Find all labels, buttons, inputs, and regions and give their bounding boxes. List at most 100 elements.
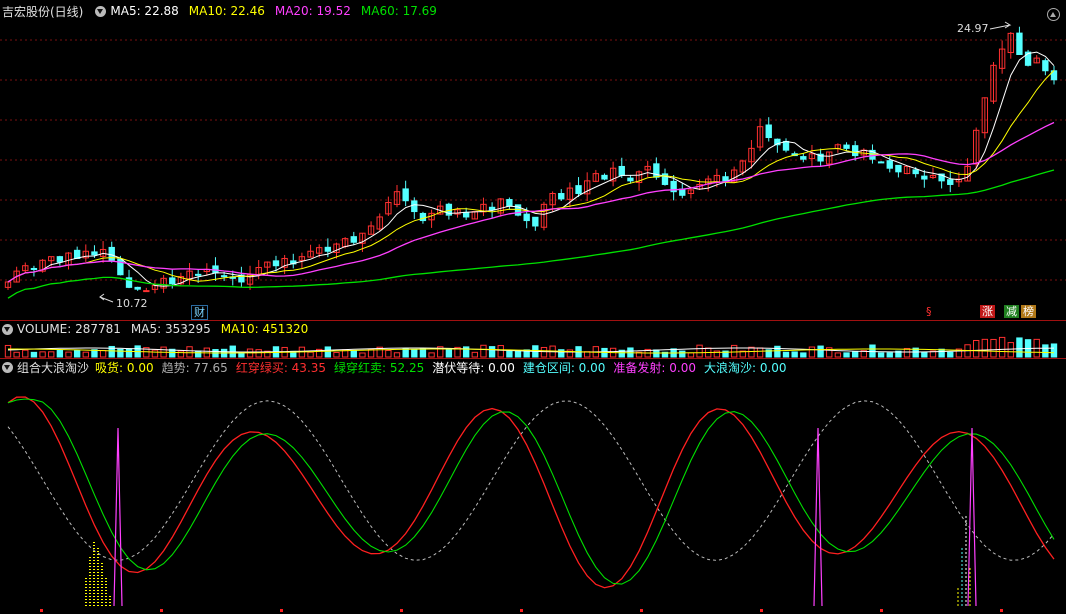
candle-body bbox=[134, 286, 141, 290]
price-chart[interactable] bbox=[0, 0, 1066, 320]
volume-bar bbox=[981, 338, 989, 358]
candle-body bbox=[895, 164, 902, 173]
volume-dropdown-icon[interactable] bbox=[2, 323, 13, 335]
volume-bar bbox=[393, 352, 401, 358]
ma20-line bbox=[7, 121, 1055, 283]
indicator-chart[interactable] bbox=[0, 358, 1066, 614]
volume-bar bbox=[514, 350, 522, 358]
volume-bar bbox=[730, 344, 738, 358]
axis-marker bbox=[520, 609, 523, 612]
candle-body bbox=[722, 176, 729, 182]
volume-bar bbox=[186, 346, 193, 358]
volume-ma10: MA10: 451320 bbox=[220, 322, 309, 336]
volume-bar bbox=[791, 351, 798, 358]
ma10-value: MA10: 22.46 bbox=[188, 4, 265, 18]
volume-bar bbox=[938, 348, 945, 358]
dropdown-icon[interactable] bbox=[95, 5, 107, 17]
xihuo-value: 吸货: 0.00 bbox=[95, 360, 154, 375]
candle-body bbox=[30, 267, 38, 270]
candle-body bbox=[324, 246, 332, 252]
volume-bar bbox=[411, 348, 418, 358]
candle-body bbox=[558, 193, 565, 200]
volume-panel[interactable]: VOLUME: 287781 MA5: 353295 MA10: 451320 bbox=[0, 320, 1066, 358]
axis-marker bbox=[40, 609, 43, 612]
volume-bar bbox=[1016, 337, 1023, 358]
volume-bar bbox=[990, 338, 997, 358]
red-cross-line bbox=[7, 396, 1055, 589]
candle-body bbox=[877, 161, 885, 164]
volume-bar bbox=[947, 351, 954, 358]
candle-body bbox=[169, 277, 176, 285]
candle-body bbox=[782, 140, 790, 151]
volume-bar bbox=[748, 346, 755, 358]
ma60-line bbox=[7, 169, 1055, 299]
candle-body bbox=[851, 145, 859, 157]
candle-body bbox=[886, 160, 893, 169]
volume-bar bbox=[679, 350, 686, 358]
volume-bar bbox=[56, 349, 64, 358]
candle-body bbox=[947, 179, 954, 185]
jiancang-value: 建仓区间: 0.00 bbox=[522, 360, 606, 375]
volume-bar bbox=[843, 352, 850, 358]
candle-body bbox=[1042, 60, 1049, 72]
volume-bar bbox=[774, 345, 781, 358]
volume-bar bbox=[82, 351, 89, 358]
volume-bar bbox=[99, 350, 107, 358]
stock-title: 吉宏股份(日线) bbox=[2, 4, 84, 19]
lvchuan-value: 绿穿红卖: 52.25 bbox=[334, 360, 425, 375]
axis-marker bbox=[160, 609, 163, 612]
volume-bar bbox=[696, 344, 703, 358]
volume-bar bbox=[1050, 343, 1058, 358]
candle-body bbox=[843, 144, 850, 149]
volume-bar bbox=[808, 346, 816, 358]
volume-bar bbox=[151, 349, 159, 358]
candle-body bbox=[601, 174, 608, 180]
price-header: 吉宏股份(日线) MA5: 22.88 MA10: 22.46 MA20: 19… bbox=[0, 2, 447, 20]
candle-body bbox=[523, 213, 530, 222]
volume-bar bbox=[73, 349, 81, 358]
volume-bar bbox=[782, 351, 790, 358]
candle-body bbox=[462, 211, 470, 218]
ranking-tag[interactable]: 榜 bbox=[1021, 305, 1036, 318]
volume-bar bbox=[1042, 344, 1049, 358]
volume-bar bbox=[851, 351, 859, 358]
finance-tag[interactable]: 财 bbox=[191, 305, 208, 320]
volume-bar bbox=[125, 348, 133, 358]
indicator-panel[interactable]: 组合大浪淘沙 吸货: 0.00 趋势: 77.65 红穿绿买: 43.35 绿穿… bbox=[0, 358, 1066, 614]
candle-body bbox=[91, 251, 98, 256]
volume-bar bbox=[756, 347, 764, 358]
collapse-icon[interactable] bbox=[1047, 8, 1060, 21]
event-tag-s[interactable]: § bbox=[924, 305, 934, 318]
volume-bar bbox=[350, 350, 357, 358]
volume-bar bbox=[359, 352, 366, 358]
volume-header: VOLUME: 287781 MA5: 353295 MA10: 451320 bbox=[0, 320, 318, 338]
volume-bar bbox=[497, 345, 504, 358]
axis-marker bbox=[640, 609, 643, 612]
volume-bar bbox=[324, 346, 332, 358]
volume-bar bbox=[540, 346, 548, 358]
volume-bar bbox=[488, 346, 496, 358]
high-arrow-icon bbox=[989, 21, 1012, 30]
green-cross-line bbox=[7, 398, 1055, 585]
reduce-tag[interactable]: 减 bbox=[1004, 305, 1019, 318]
volume-bar bbox=[419, 348, 427, 358]
indicator-header: 组合大浪淘沙 吸货: 0.00 趋势: 77.65 红穿绿买: 43.35 绿穿… bbox=[0, 358, 797, 376]
volume-bar bbox=[39, 351, 46, 358]
indicator-dropdown-icon[interactable] bbox=[2, 361, 13, 373]
axis-marker bbox=[760, 609, 763, 612]
volume-bar bbox=[385, 349, 392, 358]
volume-bar bbox=[255, 349, 262, 358]
volume-value: VOLUME: 287781 bbox=[17, 322, 121, 336]
price-panel[interactable]: 吉宏股份(日线) MA5: 22.88 MA10: 22.46 MA20: 19… bbox=[0, 0, 1066, 320]
volume-bar bbox=[1007, 342, 1014, 358]
zhunbei-value: 准备发射: 0.00 bbox=[613, 360, 696, 375]
volume-bar bbox=[195, 350, 202, 358]
candle-body bbox=[921, 175, 928, 180]
axis-marker bbox=[1000, 609, 1003, 612]
limit-up-tag[interactable]: 涨 bbox=[980, 305, 995, 318]
axis-marker bbox=[400, 609, 403, 612]
candle-body bbox=[411, 200, 418, 213]
volume-bar bbox=[869, 344, 876, 358]
ma20-value: MA20: 19.52 bbox=[274, 4, 351, 18]
candle-body bbox=[350, 236, 357, 243]
